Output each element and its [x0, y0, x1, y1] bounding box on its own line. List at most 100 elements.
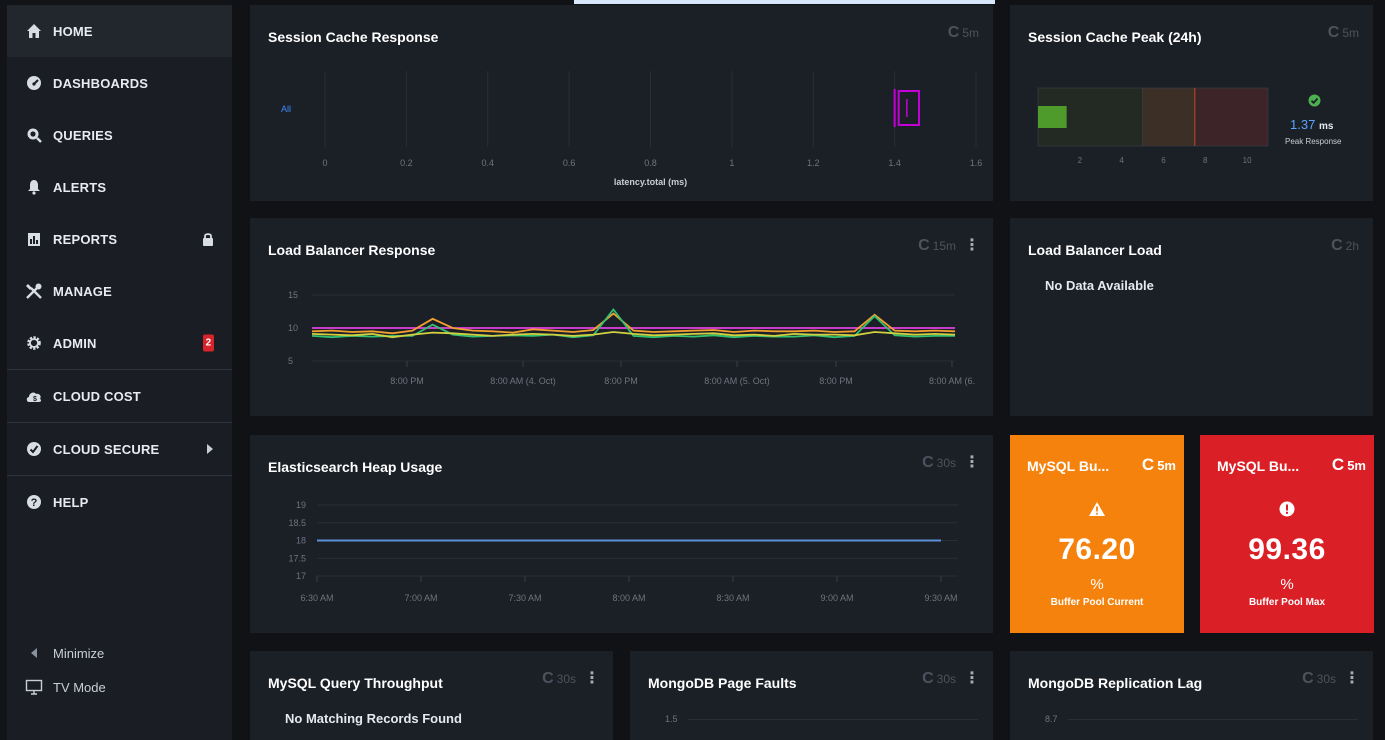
tile-title: MySQL Bu...: [1027, 458, 1110, 474]
panel-title: MongoDB Replication Lag: [1028, 675, 1203, 691]
tile-title: MySQL Bu...: [1217, 458, 1300, 474]
mysql-buffer-pool-current-tile[interactable]: MySQL Bu... C 5m 76.20 % Buffer Pool Curr…: [1010, 435, 1184, 633]
peak-ok-icon: [1308, 94, 1321, 112]
refresh-interval[interactable]: C 30s: [922, 671, 956, 687]
shield-check-icon: [25, 440, 43, 458]
sidebar-item-reports[interactable]: REPORTS: [7, 213, 232, 265]
y-tick-label: 1.5: [665, 714, 678, 724]
x-tick-label: 1.2: [807, 158, 820, 168]
x-tick-label: 8:00 PM: [819, 376, 853, 386]
x-tick-label: 1.6: [970, 158, 983, 168]
refresh-interval[interactable]: C 30s: [1302, 671, 1336, 687]
sidebar-item-queries[interactable]: QUERIES: [7, 109, 232, 161]
x-tick-label: 8:30 AM: [716, 593, 749, 603]
x-tick-label: 1.4: [888, 158, 901, 168]
report-icon: [25, 230, 43, 248]
y-tick-label: 15: [288, 290, 298, 300]
panel-load-balancer-load: Load Balancer Load C 2h No Data Available: [1010, 218, 1373, 416]
sidebar-item-dashboards[interactable]: DASHBOARDS: [7, 57, 232, 109]
sidebar-bottom: Minimize TV Mode: [7, 636, 232, 704]
panel-mongodb-page-faults: MongoDB Page Faults C 30s ⋮ 1.5: [630, 651, 993, 740]
bell-icon: [25, 178, 43, 196]
y-tick-label: 17.5: [288, 553, 306, 563]
sidebar-item-help[interactable]: ? HELP: [7, 476, 232, 528]
lock-icon: [203, 233, 213, 246]
chevron-right-icon: [207, 444, 213, 454]
x-tick-label: 7:00 AM: [404, 593, 437, 603]
panel-mysql-query-throughput: MySQL Query Throughput C 30s ⋮ No Matchin…: [250, 651, 613, 740]
sidebar-item-label: ADMIN: [53, 335, 97, 351]
y-tick-label: 17: [296, 571, 306, 581]
series-line-2: [311, 312, 956, 335]
session-cache-boxplot: 0 0.2 0.4 0.6 0.8 1 1.2 1.4 1.6 All latency.total …: [281, 71, 983, 187]
sidebar-item-label: HELP: [53, 494, 89, 510]
panel-tools: C 30s ⋮: [1302, 671, 1360, 687]
panel-title: MongoDB Page Faults: [648, 675, 797, 691]
x-tick-label: 6: [1161, 156, 1166, 165]
x-tick-label: 2: [1078, 156, 1083, 165]
svg-text:?: ?: [31, 497, 38, 509]
panel-tools: C 30s ⋮: [542, 671, 600, 687]
y-tick-label: 10: [288, 323, 298, 333]
tile-unit: %: [1090, 576, 1104, 593]
x-tick-label: 4: [1119, 156, 1124, 165]
dashboard-gauge-icon: [25, 74, 43, 92]
sidebar-item-cloud-cost[interactable]: $ CLOUD COST: [7, 370, 232, 422]
tools-icon: [25, 282, 43, 300]
mysql-buffer-pool-max-tile[interactable]: MySQL Bu... C 5m 99.36 % Buffer Pool Max: [1200, 435, 1374, 633]
refresh-interval[interactable]: C 30s: [542, 671, 576, 687]
sidebar-item-manage[interactable]: MANAGE: [7, 265, 232, 317]
refresh-icon: C: [1141, 455, 1155, 474]
tile-caption: Buffer Pool Current: [1050, 597, 1144, 608]
panel-tools: C 30s ⋮: [922, 671, 980, 687]
x-axis-label: latency.total (ms): [614, 177, 687, 187]
chevron-left-icon: [25, 648, 43, 658]
sidebar-item-label: MANAGE: [53, 283, 112, 299]
more-options-icon[interactable]: ⋮: [964, 671, 980, 687]
x-tick-label: 8:00 AM (4. Oct): [490, 376, 556, 386]
sidebar-item-cloud-secure[interactable]: CLOUD SECURE: [7, 423, 232, 475]
refresh-interval[interactable]: C 2h: [1331, 238, 1359, 254]
refresh-icon: C: [1331, 237, 1343, 254]
gridline: [1068, 719, 1358, 720]
home-icon: [25, 22, 43, 40]
panel-mongodb-replication-lag: MongoDB Replication Lag C 30s ⋮ 8.7: [1010, 651, 1373, 740]
more-options-icon[interactable]: ⋮: [1344, 671, 1360, 687]
y-tick-label: 19: [296, 500, 306, 510]
y-tick-label: 18: [296, 536, 306, 546]
sidebar: HOME DASHBOARDS QUERIES ALERTS REPORTS M…: [7, 5, 232, 740]
sidebar-item-home[interactable]: HOME: [7, 5, 232, 57]
panel-title: MySQL Query Throughput: [268, 675, 443, 691]
panel-elasticsearch-heap: Elasticsearch Heap Usage C 30s ⋮ 19 18.5 18…: [250, 435, 993, 633]
top-highlight-strip: [574, 0, 995, 4]
panel-session-cache-response: Session Cache Response C 5m 0 0.2 0.4 0.6 0.8…: [250, 5, 993, 201]
x-tick-label: 1: [729, 158, 734, 168]
refresh-interval[interactable]: C 5m: [1332, 455, 1366, 475]
value-bar: [1038, 106, 1067, 128]
more-options-icon[interactable]: ⋮: [584, 671, 600, 687]
x-tick-label: 0.6: [563, 158, 576, 168]
tile-value: 99.36: [1248, 533, 1326, 566]
sidebar-item-admin[interactable]: ADMIN 2: [7, 317, 232, 369]
minimize-button[interactable]: Minimize: [7, 636, 232, 670]
tile-value: 76.20: [1058, 533, 1136, 566]
x-tick-label: 0.8: [644, 158, 657, 168]
series-label: All: [281, 104, 291, 114]
y-tick-label: 8.7: [1045, 714, 1058, 724]
x-tick-label: 8:00 AM (6.: [929, 376, 975, 386]
sidebar-item-label: REPORTS: [53, 231, 118, 247]
refresh-icon: C: [542, 670, 554, 687]
refresh-interval[interactable]: C 5m: [1142, 455, 1176, 475]
x-tick-label: 0.2: [400, 158, 413, 168]
sidebar-item-alerts[interactable]: ALERTS: [7, 161, 232, 213]
refresh-icon: C: [1331, 455, 1345, 474]
x-tick-label: 0: [322, 158, 327, 168]
sidebar-item-label: QUERIES: [53, 127, 113, 143]
panel-session-cache-peak: Session Cache Peak (24h) C 5m 2 4 6 8 10 1.37…: [1010, 5, 1373, 201]
refresh-icon: C: [1302, 670, 1314, 687]
load-balancer-line-chart: 15 10 5 8:00 PM 8:00 AM (4. Oct) 8:00 PM 8:00 …: [288, 290, 975, 386]
sidebar-item-label: HOME: [53, 23, 93, 39]
gear-icon: [25, 334, 43, 352]
tv-mode-button[interactable]: TV Mode: [7, 670, 232, 704]
peak-value: 1.37 ms: [1290, 117, 1334, 132]
